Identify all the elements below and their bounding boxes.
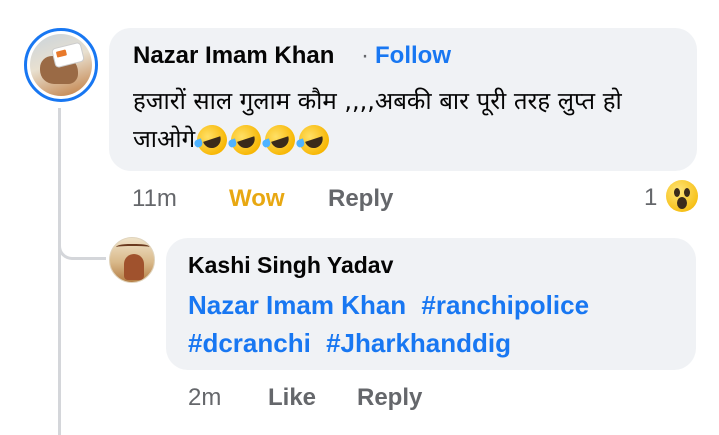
avatar[interactable] [24,28,98,102]
reply-text-block: Nazar Imam Khan #ranchipolice #dcranchi … [188,286,678,362]
rolling-on-floor-laughing-emoji-icon [295,121,333,159]
emoji-group [193,121,333,159]
separator-dot: · [361,42,369,69]
rolling-on-floor-laughing-emoji-icon [261,121,299,159]
hashtag-link[interactable]: #Jharkhanddig [326,328,511,358]
rolling-on-floor-laughing-emoji-icon [227,121,265,159]
reply-reply-button[interactable]: Reply [357,384,422,412]
reply-connector [58,228,106,260]
follow-button[interactable]: Follow [375,42,451,70]
comment-bubble: Nazar Imam Khan · Follow हजारों साल गुला… [109,28,697,171]
reply-button[interactable]: Reply [328,185,393,213]
comment-timestamp[interactable]: 11m [132,185,177,213]
hashtag-link[interactable]: #dcranchi [188,328,311,358]
reaction-wow-button[interactable]: Wow [229,185,285,213]
reply-author-name[interactable]: Kashi Singh Yadav [188,252,393,279]
comment-author-name[interactable]: Nazar Imam Khan [133,42,334,70]
reply-avatar[interactable] [109,237,155,283]
profile-photo [30,34,92,96]
reply-bubble: Kashi Singh Yadav Nazar Imam Khan #ranch… [166,238,696,370]
rolling-on-floor-laughing-emoji-icon [193,121,231,159]
like-button[interactable]: Like [268,384,316,412]
comment-text-block: हजारों साल गुलाम कौम ,,,,अबकी बार पूरी त… [133,82,685,159]
reaction-count[interactable]: 1 [644,184,657,212]
hashtag-link[interactable]: #ranchipolice [421,290,589,320]
mention-link[interactable]: Nazar Imam Khan [188,290,406,320]
thread-line [58,108,61,435]
wow-emoji-icon[interactable] [666,180,698,212]
reply-timestamp[interactable]: 2m [188,384,221,412]
